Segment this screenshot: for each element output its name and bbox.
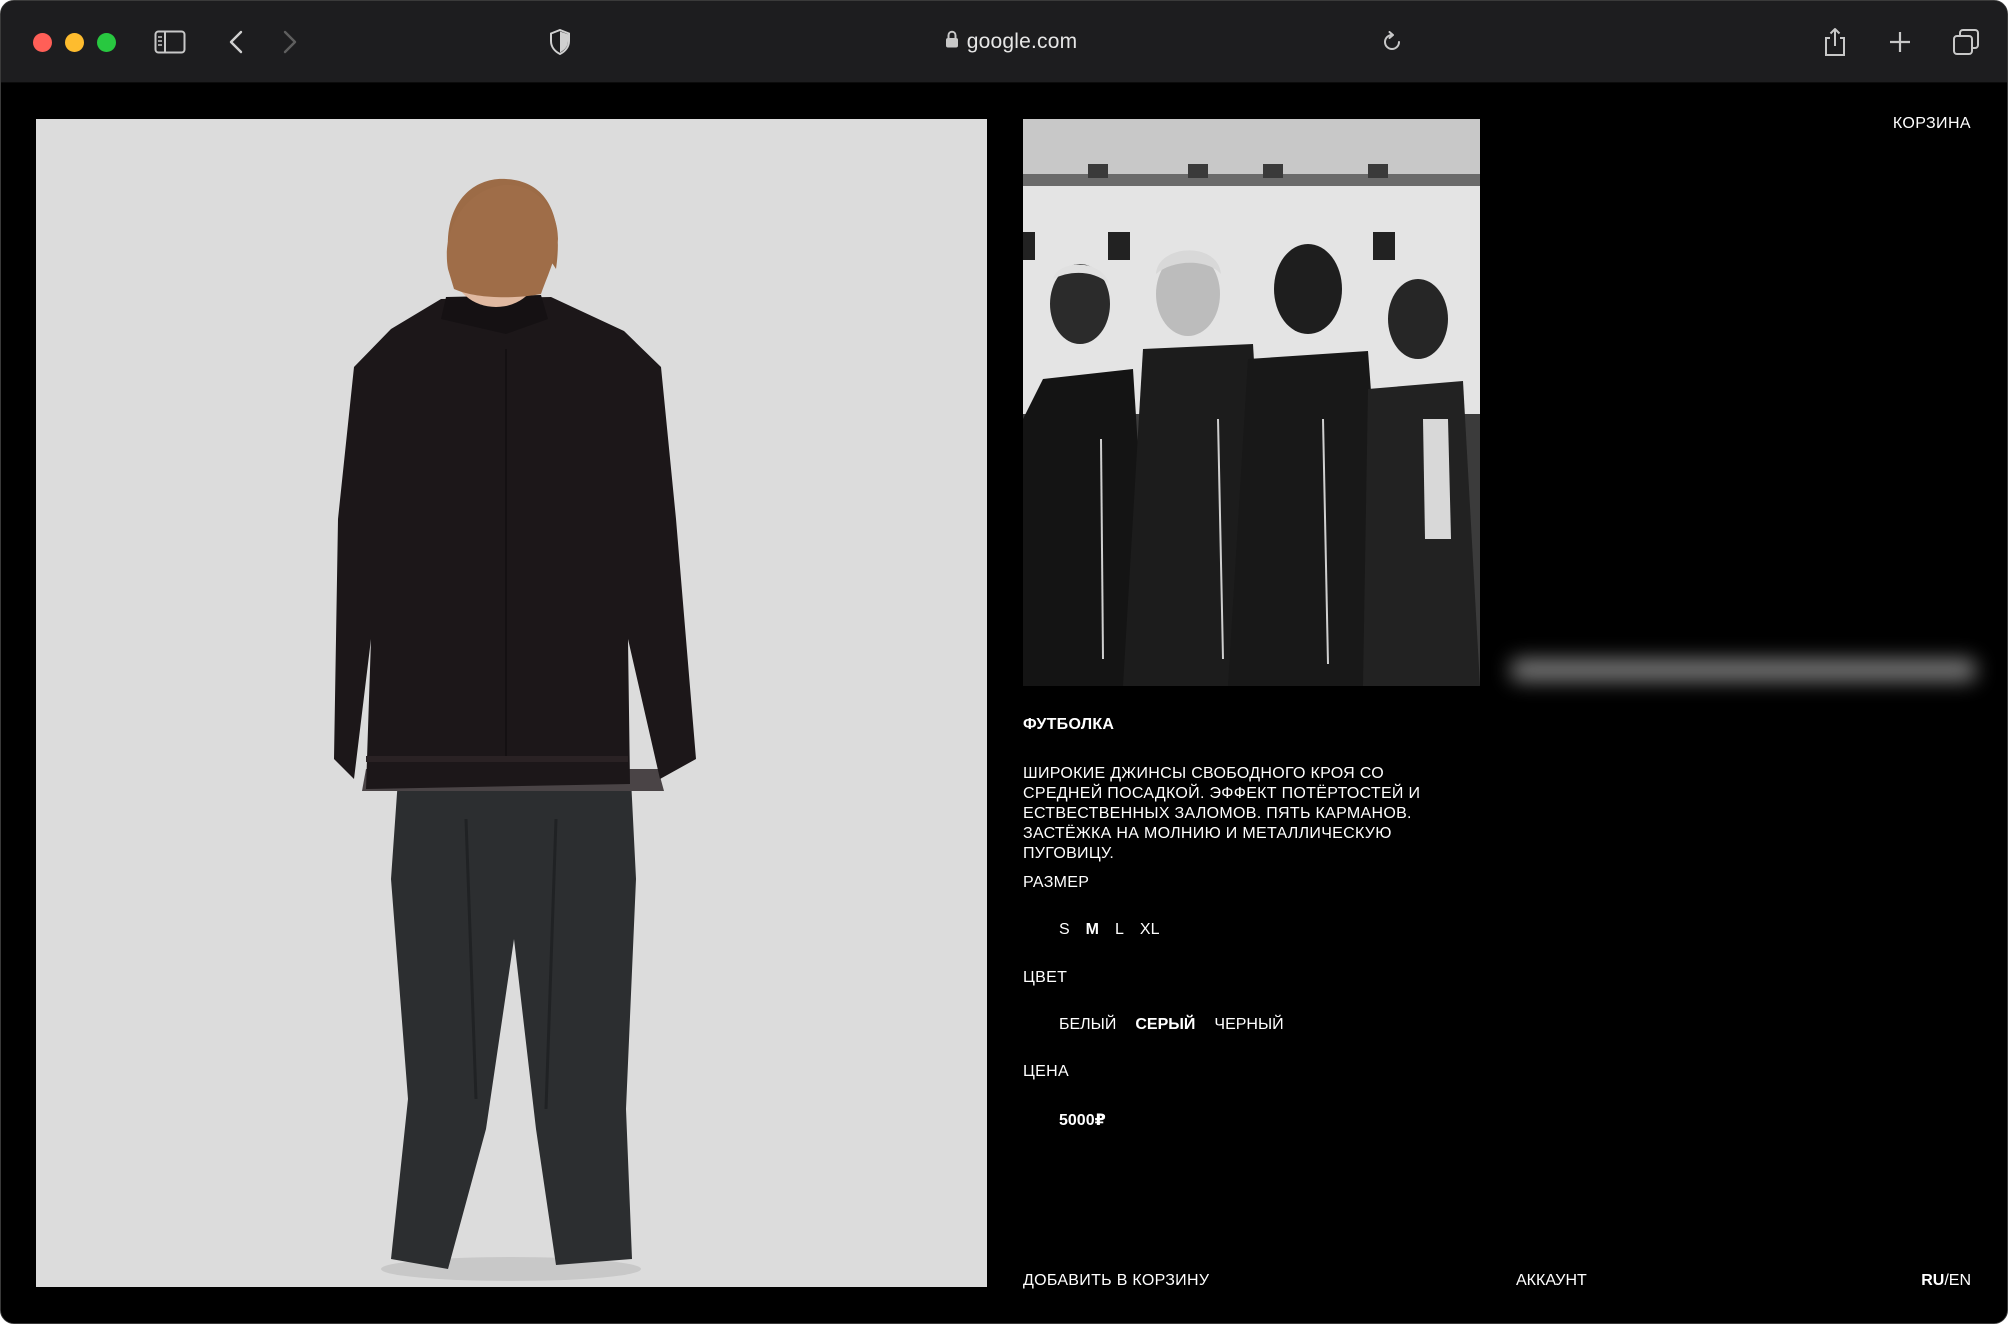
lock-icon — [945, 30, 959, 54]
lang-ru[interactable]: RU — [1921, 1272, 1944, 1289]
share-icon[interactable] — [1821, 23, 1849, 61]
close-window-button[interactable] — [33, 33, 52, 52]
product-title: ФУТБОЛКА — [1023, 716, 1115, 733]
forward-icon[interactable] — [279, 23, 301, 61]
size-option-xl[interactable]: XL — [1140, 921, 1160, 939]
zoom-window-button[interactable] — [97, 33, 116, 52]
size-option-m[interactable]: M — [1086, 921, 1099, 939]
cart-link[interactable]: КОРЗИНА — [1893, 115, 1971, 133]
size-options: S M L XL — [1059, 921, 1159, 939]
page-content: КОРЗИНА ФУТБОЛКА ШИРОКИЕ ДЖИНСЫ СВОБОДНО… — [1, 83, 2007, 1323]
product-photo[interactable] — [36, 119, 987, 1287]
browser-toolbar: google.com — [1, 1, 2007, 83]
price-label: ЦЕНА — [1023, 1063, 1069, 1080]
tabs-icon[interactable] — [1951, 23, 1981, 61]
add-to-cart-button[interactable]: ДОБАВИТЬ В КОРЗИНУ — [1023, 1272, 1209, 1290]
color-options: БЕЛЫЙ СЕРЫЙ ЧЕРНЫЙ — [1059, 1016, 1284, 1034]
size-option-l[interactable]: L — [1115, 921, 1124, 939]
back-icon[interactable] — [225, 23, 247, 61]
language-switcher: RU/EN — [1921, 1272, 1971, 1290]
size-label: РАЗМЕР — [1023, 874, 1090, 891]
product-description: ШИРОКИЕ ДЖИНСЫ СВОБОДНОГО КРОЯ СО СРЕДНЕ… — [1023, 765, 1421, 862]
shield-icon[interactable] — [547, 23, 573, 61]
blurred-text-block — [1511, 645, 1976, 695]
color-option-black[interactable]: ЧЕРНЫЙ — [1214, 1016, 1283, 1034]
new-tab-icon[interactable] — [1887, 23, 1913, 61]
address-bar[interactable]: google.com — [921, 23, 1101, 61]
price-value: 5000₽ — [1059, 1112, 1106, 1129]
size-option-s[interactable]: S — [1059, 921, 1070, 939]
lookbook-photo[interactable] — [1023, 119, 1480, 686]
browser-window: google.com КОРЗИНА ФУТБОЛКА ШИРОКИЕ ДЖИН… — [0, 0, 2008, 1324]
minimize-window-button[interactable] — [65, 33, 84, 52]
color-option-white[interactable]: БЕЛЫЙ — [1059, 1016, 1116, 1034]
color-option-grey[interactable]: СЕРЫЙ — [1135, 1016, 1195, 1034]
sidebar-icon[interactable] — [153, 23, 187, 61]
lang-en[interactable]: EN — [1949, 1272, 1971, 1289]
address-text: google.com — [966, 30, 1078, 53]
color-label: ЦВЕТ — [1023, 969, 1068, 986]
reload-icon[interactable] — [1379, 23, 1405, 61]
account-link[interactable]: АККАУНТ — [1516, 1272, 1587, 1290]
